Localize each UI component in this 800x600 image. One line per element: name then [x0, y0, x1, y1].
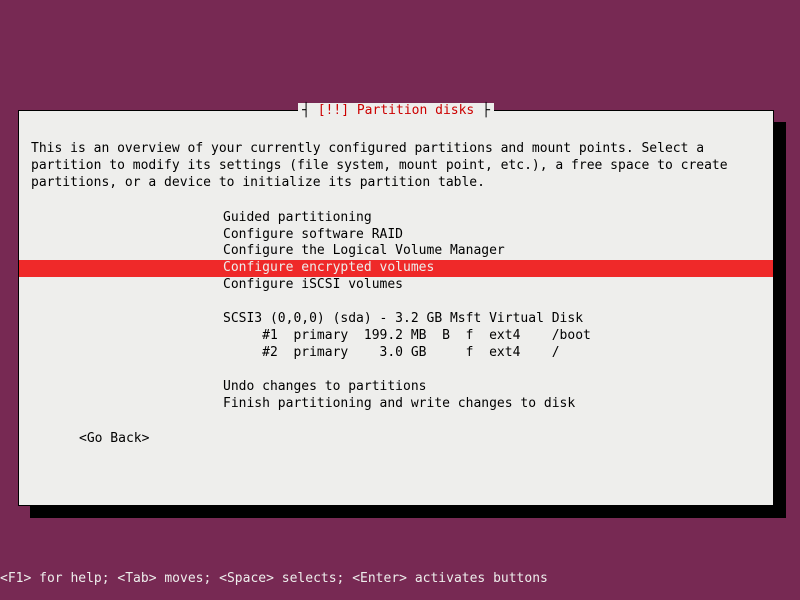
menu-item-undo[interactable]: Undo changes to partitions: [19, 379, 773, 396]
menu-item-raid[interactable]: Configure software RAID: [19, 227, 773, 244]
dialog-title-row: ┤ [!!] Partition disks ├: [19, 103, 773, 120]
partition-dialog: ┤ [!!] Partition disks ├ This is an over…: [18, 110, 774, 506]
menu-item-guided[interactable]: Guided partitioning: [19, 210, 773, 227]
partition-row-1[interactable]: #1 primary 199.2 MB B f ext4 /boot: [19, 328, 773, 345]
dialog-description: This is an overview of your currently co…: [19, 111, 773, 192]
menu-item-finish[interactable]: Finish partitioning and write changes to…: [19, 396, 773, 413]
footer-help: <F1> for help; <Tab> moves; <Space> sele…: [0, 571, 548, 588]
disk-header[interactable]: SCSI3 (0,0,0) (sda) - 3.2 GB Msft Virtua…: [19, 311, 773, 328]
decoration-right: ├: [474, 103, 490, 118]
title-bang: [!!]: [318, 103, 349, 118]
menu-item-lvm[interactable]: Configure the Logical Volume Manager: [19, 243, 773, 260]
partition-row-2[interactable]: #2 primary 3.0 GB f ext4 /: [19, 345, 773, 362]
menu-item-iscsi[interactable]: Configure iSCSI volumes: [19, 277, 773, 294]
dialog-title: Partition disks: [357, 103, 474, 118]
menu-spacer-2: [19, 362, 773, 379]
go-back-button[interactable]: <Go Back>: [19, 413, 773, 448]
menu-spacer: [19, 294, 773, 311]
menu-item-encrypted[interactable]: Configure encrypted volumes: [19, 260, 773, 277]
decoration-left: ┤: [302, 103, 318, 118]
menu: Guided partitioning Configure software R…: [19, 192, 773, 413]
